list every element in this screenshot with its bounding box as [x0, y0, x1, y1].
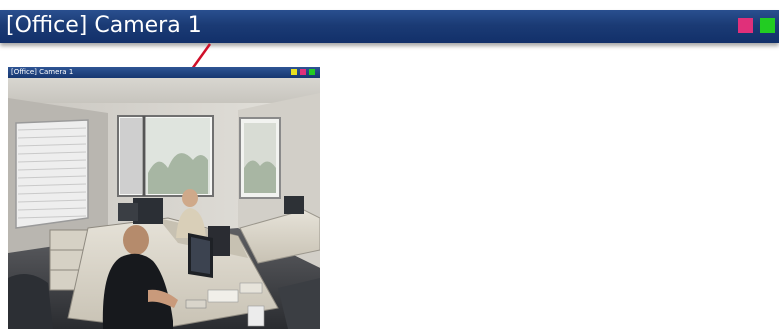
status-indicator-icon — [309, 69, 315, 75]
camera-view-window[interactable]: [Office] Camera 1 — [8, 67, 320, 329]
camera-feed-image[interactable] — [8, 78, 320, 329]
office-scene-illustration — [8, 78, 320, 329]
alert-indicator-icon — [300, 69, 306, 75]
status-indicator-icon — [760, 18, 775, 33]
center-windows — [117, 115, 214, 197]
camera-view-title: [Office] Camera 1 — [11, 68, 74, 76]
yellow-indicator-icon — [291, 69, 297, 75]
right-window — [239, 117, 281, 199]
camera-title: [Office] Camera 1 — [6, 13, 202, 38]
camera-title-bar-zoomed[interactable]: [Office] Camera 1 — [0, 10, 779, 43]
alert-indicator-icon — [738, 18, 753, 33]
left-window-blinds — [15, 119, 89, 229]
camera-view-title-bar[interactable]: [Office] Camera 1 — [8, 67, 320, 78]
